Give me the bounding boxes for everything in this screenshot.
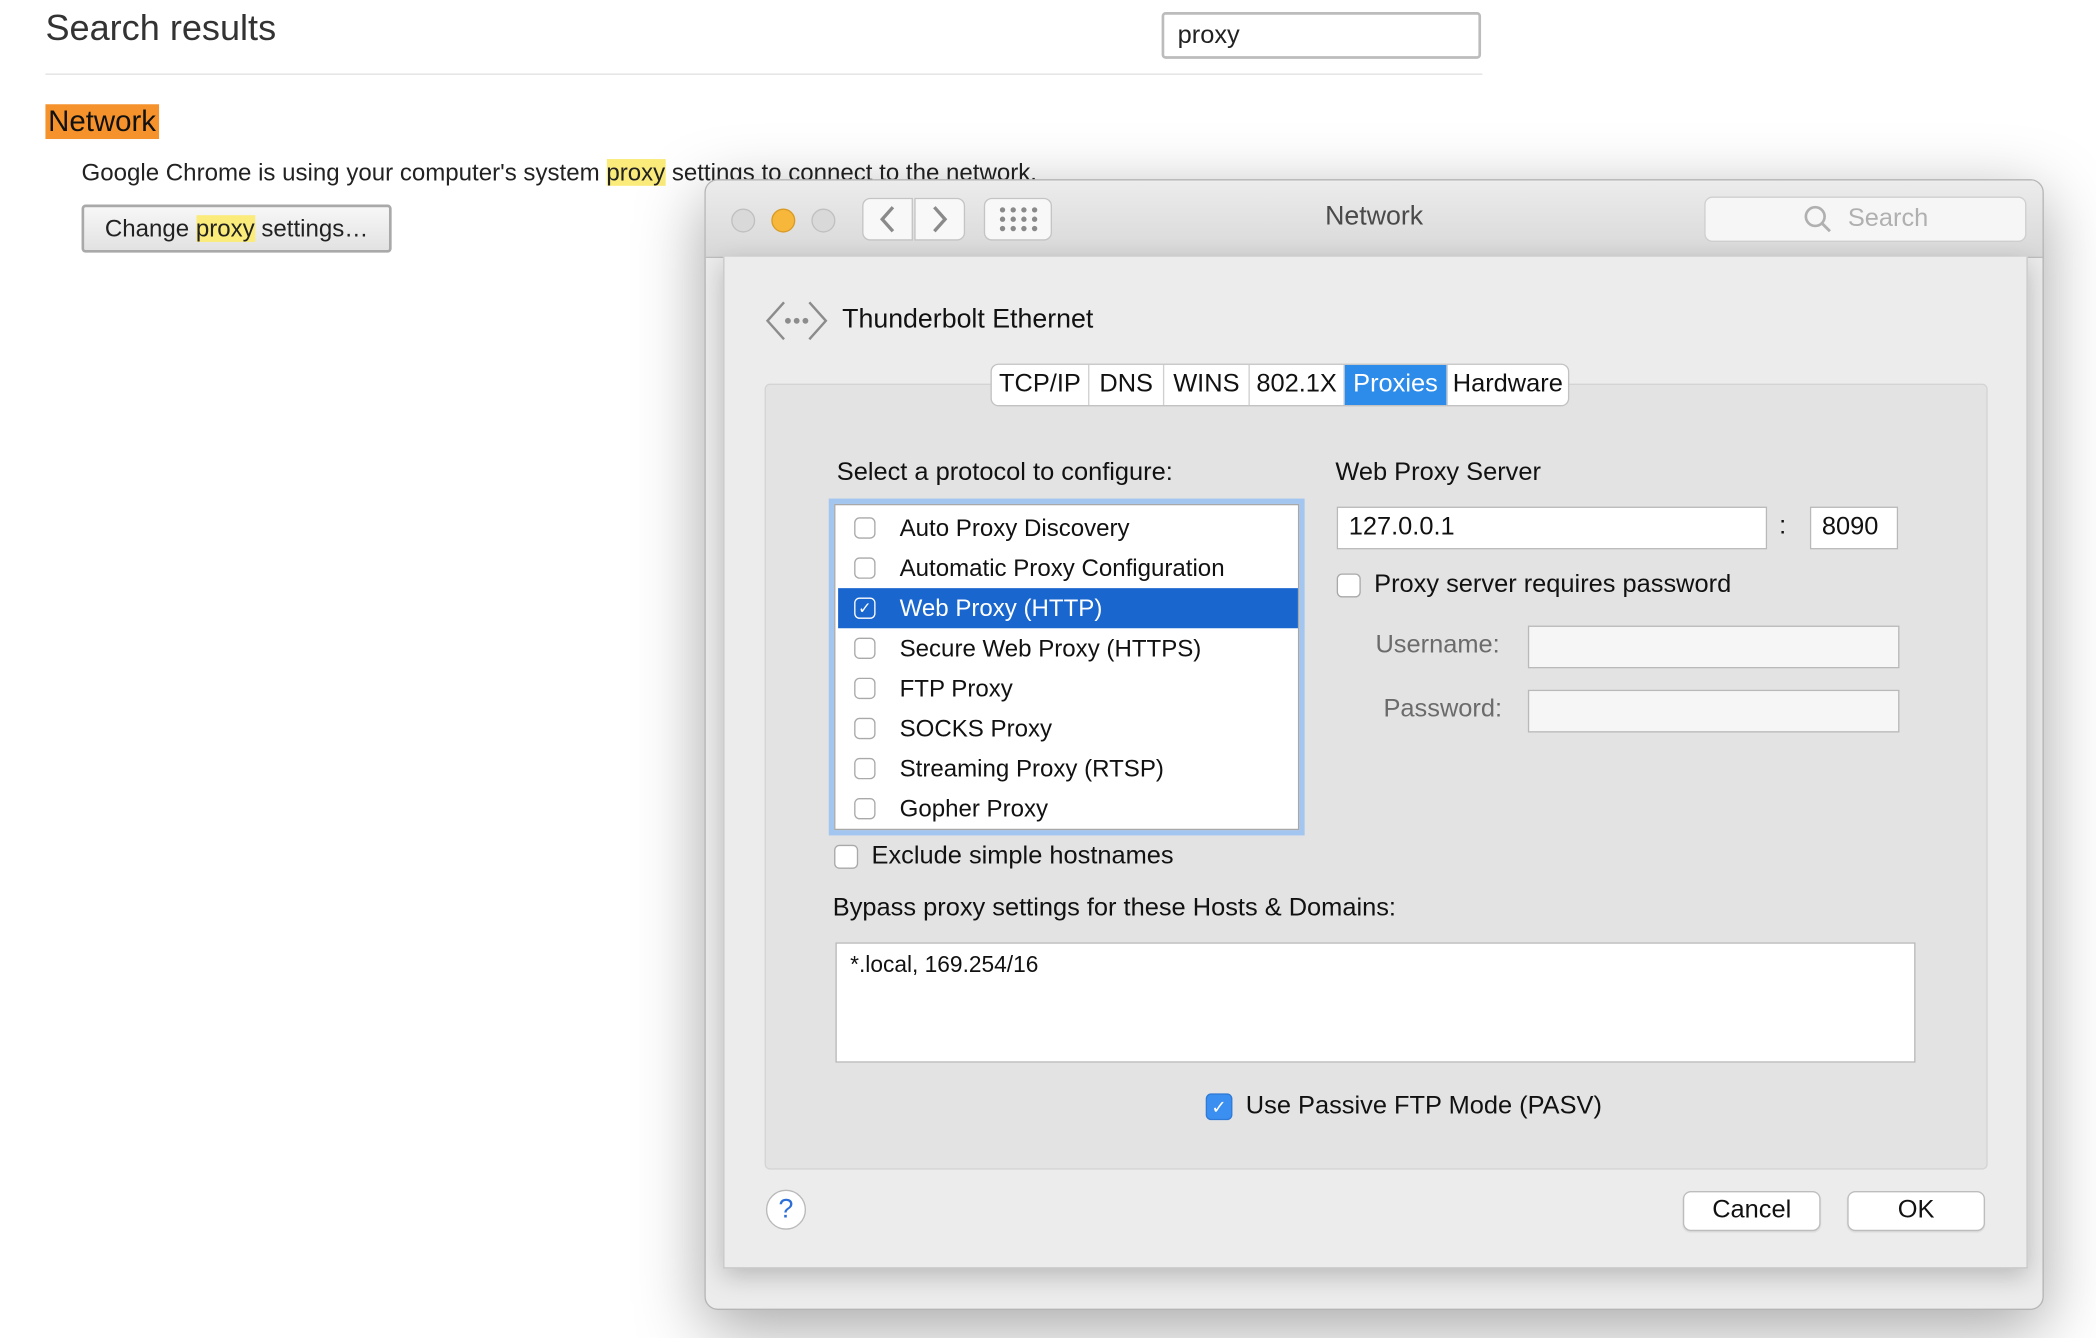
protocol-checkbox[interactable] <box>854 798 876 820</box>
requires-password-label: Proxy server requires password <box>1374 570 1732 599</box>
tab-dns[interactable]: DNS <box>1089 364 1165 406</box>
change-proxy-settings-button[interactable]: Change proxy settings… <box>81 204 392 253</box>
bypass-label: Bypass proxy settings for these Hosts & … <box>832 894 1396 923</box>
password-field[interactable] <box>1527 689 1900 733</box>
screen-canvas: Search results Network Google Chrome is u… <box>0 0 2096 1338</box>
protocol-label: FTP Proxy <box>899 674 1013 702</box>
tab-hardware[interactable]: Hardware <box>1448 365 1568 405</box>
protocol-row-streaming-proxy[interactable]: Streaming Proxy (RTSP) <box>838 749 1298 789</box>
port-separator: : <box>1779 511 1787 541</box>
ethernet-icon <box>765 301 828 341</box>
tab-tcpip[interactable]: TCP/IP <box>992 364 1090 406</box>
protocol-row-secure-web-proxy[interactable]: Secure Web Proxy (HTTPS) <box>838 628 1298 668</box>
settings-tabs: TCP/IP DNS WINS 802.1X Proxies Hardware <box>990 363 1570 407</box>
interface-name: Thunderbolt Ethernet <box>842 304 1094 335</box>
btn-text-after: settings… <box>254 215 369 242</box>
username-label: Username: <box>1375 630 1500 659</box>
protocol-row-auto-discovery[interactable]: Auto Proxy Discovery <box>838 508 1298 548</box>
protocol-label: Streaming Proxy (RTSP) <box>899 754 1164 782</box>
protocol-label: Gopher Proxy <box>899 794 1049 822</box>
window-titlebar: Network Search <box>705 180 2043 258</box>
web-proxy-server-label: Web Proxy Server <box>1335 458 1541 487</box>
desc-text-before: Google Chrome is using your computer's s… <box>81 159 607 186</box>
help-button[interactable]: ? <box>765 1189 807 1230</box>
protocol-row-socks-proxy[interactable]: SOCKS Proxy <box>838 708 1298 748</box>
network-window: Network Search Thunderbolt Ethernet TCP/… <box>704 179 2044 1310</box>
passive-ftp-checkbox[interactable]: ✓ <box>1205 1093 1233 1121</box>
magnifier-icon <box>1805 205 1832 233</box>
protocol-row-web-proxy[interactable]: ✓ Web Proxy (HTTP) <box>838 588 1298 629</box>
password-label: Password: <box>1383 695 1503 724</box>
username-field[interactable] <box>1527 625 1900 669</box>
page-title: Search results <box>45 8 277 49</box>
exclude-hostnames-label: Exclude simple hostnames <box>871 842 1174 871</box>
protocol-label: Web Proxy (HTTP) <box>899 594 1103 621</box>
tab-proxies[interactable]: Proxies <box>1344 364 1448 406</box>
protocol-checkbox[interactable] <box>854 717 876 740</box>
passive-ftp-option[interactable]: ✓ Use Passive FTP Mode (PASV) <box>1205 1092 1602 1121</box>
bypass-hosts-field[interactable]: *.local, 169.254/16 <box>835 942 1916 1063</box>
requires-password-option[interactable]: Proxy server requires password <box>1334 571 1731 600</box>
page-divider <box>45 73 1483 75</box>
tab-8021x[interactable]: 802.1X <box>1250 364 1345 406</box>
settings-search-input[interactable] <box>1161 12 1482 59</box>
protocol-label: SOCKS Proxy <box>899 714 1053 742</box>
protocol-list[interactable]: Auto Proxy Discovery Automatic Proxy Con… <box>834 503 1300 831</box>
window-search-placeholder: Search <box>1847 204 1929 233</box>
ok-button[interactable]: OK <box>1847 1190 1985 1232</box>
protocol-checkbox[interactable] <box>854 637 876 659</box>
protocol-row-ftp-proxy[interactable]: FTP Proxy <box>838 668 1298 708</box>
proxy-port-field[interactable]: 8090 <box>1809 506 1899 550</box>
exclude-hostnames-option[interactable]: Exclude simple hostnames <box>834 842 1174 871</box>
protocol-checkbox[interactable] <box>854 677 876 700</box>
protocol-label: Automatic Proxy Configuration <box>899 554 1225 581</box>
passive-ftp-label: Use Passive FTP Mode (PASV) <box>1245 1092 1602 1121</box>
section-heading-network: Network <box>45 104 159 140</box>
desc-highlight: proxy <box>606 159 666 186</box>
tab-wins[interactable]: WINS <box>1164 364 1250 406</box>
protocol-checkbox[interactable] <box>854 557 876 579</box>
btn-highlight: proxy <box>195 215 255 242</box>
protocol-checkbox[interactable]: ✓ <box>854 597 876 619</box>
protocol-checkbox[interactable] <box>854 517 876 539</box>
proxy-address-field[interactable]: 127.0.0.1 <box>1336 506 1768 550</box>
protocol-label: Secure Web Proxy (HTTPS) <box>899 634 1202 661</box>
requires-password-checkbox[interactable] <box>1336 573 1361 598</box>
protocol-list-label: Select a protocol to configure: <box>836 458 1173 487</box>
window-search-field[interactable]: Search <box>1704 196 2027 242</box>
protocol-label: Auto Proxy Discovery <box>899 513 1130 541</box>
advanced-settings-sheet: Thunderbolt Ethernet TCP/IP DNS WINS 802… <box>723 256 2028 1269</box>
cancel-button[interactable]: Cancel <box>1682 1190 1821 1232</box>
btn-text-before: Change <box>104 215 196 242</box>
protocol-checkbox[interactable] <box>854 757 876 780</box>
exclude-hostnames-checkbox[interactable] <box>834 844 859 869</box>
protocol-row-gopher-proxy[interactable]: Gopher Proxy <box>838 789 1298 829</box>
protocol-row-auto-config[interactable]: Automatic Proxy Configuration <box>838 548 1298 588</box>
